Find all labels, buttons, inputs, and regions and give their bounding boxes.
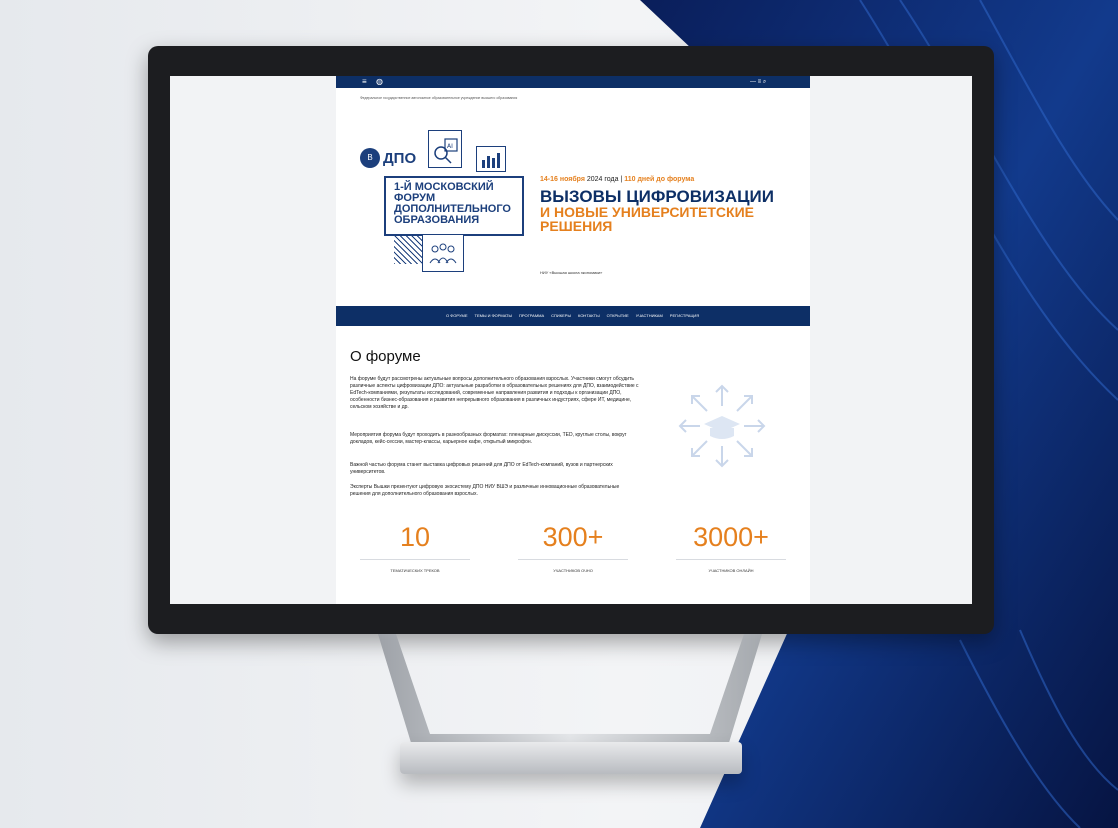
main-nav: О ФОРУМЕ ТЕМЫ И ФОРМАТЫ ПРОГРАММА СПИКЕРЫ КО… (336, 306, 810, 326)
stat-label-online: УЧАСТНИКОВ ОНЛАЙН (708, 568, 754, 573)
nav-link[interactable]: ТЕМЫ И ФОРМАТЫ (475, 312, 513, 320)
top-bar: ≡ ◍ — ≡ ⌕ (336, 76, 810, 88)
nav-link[interactable]: О ФОРУМЕ (446, 312, 468, 320)
hatch-decoration (394, 234, 424, 264)
webpage: ≡ ◍ — ≡ ⌕ Федеральное государственное ав… (336, 76, 810, 604)
headline-primary: ВЫЗОВЫ ЦИФРОВИЗАЦИИ (540, 187, 774, 206)
hse-logo-icon[interactable]: ◍ (376, 77, 383, 87)
stat-value-offline: 300+ (542, 522, 604, 552)
svg-text:AI: AI (447, 143, 453, 150)
nav-link[interactable]: РЕГИСТРАЦИЯ (670, 312, 699, 320)
monitor-frame: ≡ ◍ — ≡ ⌕ Федеральное государственное ав… (148, 46, 994, 634)
dpo-logo-text: ДПО (383, 150, 417, 167)
forum-title: 1-Й МОСКОВСКИЙ ФОРУМ ДОПОЛНИТЕЛЬНОГО ОБР… (394, 181, 511, 226)
nav-link[interactable]: КОНТАКТЫ (578, 312, 600, 320)
about-title: О форуме (350, 348, 421, 365)
about-paragraph-4: Эксперты Вышки презентуют цифровую экоси… (350, 484, 620, 497)
about-paragraph-1: На форуме будут рассмотрены актуальные в… (350, 376, 639, 410)
nav-link[interactable]: УЧАСТНИКАМ (636, 312, 663, 320)
stat-label-tracks: ТЕМАТИЧЕСКИХ ТРЕКОВ (390, 568, 440, 573)
menu-icon[interactable]: ≡ (362, 77, 367, 87)
nav-link[interactable]: ПРОГРАММА (519, 312, 544, 320)
stat-divider (676, 559, 786, 560)
headline-secondary: И НОВЫЕ УНИВЕРСИТЕТСКИЕ РЕШЕНИЯ (540, 204, 754, 234)
monitor-stand (378, 634, 762, 746)
about-paragraph-3: Важной частью форума станет выставка циф… (350, 462, 613, 475)
stat-value-online: 3000+ (693, 522, 769, 552)
forum-title-box: 1-Й МОСКОВСКИЙ ФОРУМ ДОПОЛНИТЕЛЬНОГО ОБР… (384, 176, 524, 236)
ai-chip-icon: AI (428, 130, 462, 168)
analytics-chart-icon (476, 146, 506, 172)
stat-divider (518, 559, 628, 560)
event-date-line: 14-16 ноября 2024 года | 110 дней до фор… (540, 176, 695, 183)
monitor-stand-base (400, 742, 742, 774)
hse-logo-icon: В (360, 148, 380, 168)
people-group-icon (422, 234, 464, 272)
nav-link[interactable]: ОТКРЫТИЕ (607, 312, 629, 320)
university-subheader: Федеральное государственное автономное о… (360, 96, 518, 100)
venue-text: НИУ «Высшая школа экономики» (540, 270, 603, 275)
stat-label-offline: УЧАСТНИКОВ ОЧНО (553, 568, 593, 573)
stat-value-tracks: 10 (399, 522, 431, 552)
graduation-cap-arrows-icon (678, 384, 766, 468)
topbar-actions-icon[interactable]: — ≡ ⌕ (750, 77, 766, 87)
monitor-screen: ≡ ◍ — ≡ ⌕ Федеральное государственное ав… (170, 76, 972, 604)
nav-link[interactable]: СПИКЕРЫ (551, 312, 571, 320)
about-paragraph-2: Мероприятия форума будут проходить в раз… (350, 432, 627, 445)
stat-divider (360, 559, 470, 560)
